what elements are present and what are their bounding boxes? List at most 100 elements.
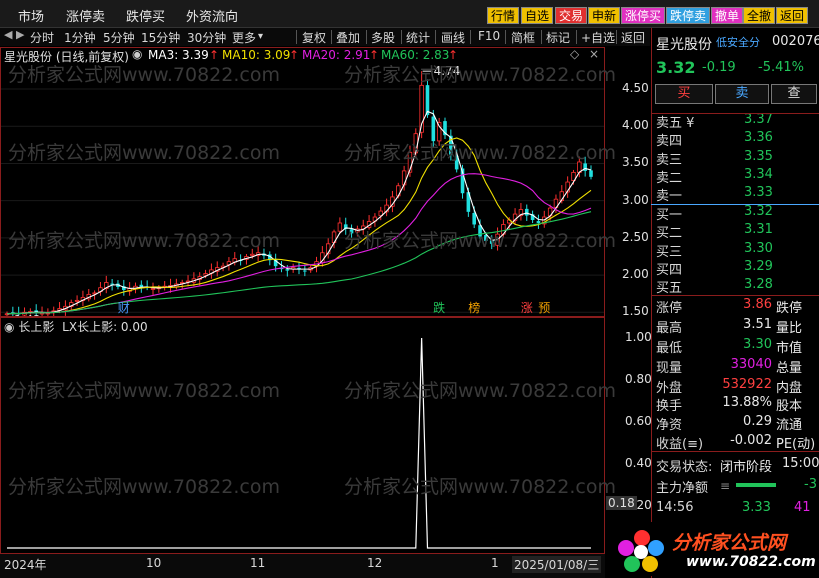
tool-mark[interactable]: 标记 [546, 29, 570, 46]
quick-button-6[interactable]: 撤单 [711, 7, 744, 24]
stat-row: 收益(≡) -0.002 PE(动) [656, 433, 819, 452]
candle [443, 117, 447, 140]
period-more[interactable]: 更多 [232, 29, 256, 46]
menu-icon[interactable]: ≡ [720, 479, 730, 493]
quick-button-8[interactable]: 返回 [776, 7, 809, 24]
event-marker[interactable]: 跌 [433, 300, 445, 315]
trade-status-row: 交易状态: 闭市阶段 15:00 [656, 456, 819, 475]
period-30min[interactable]: 30分钟 [187, 29, 226, 46]
quick-button-7[interactable]: 全撤 [743, 7, 776, 24]
settings-circle-icon[interactable]: ◉ [132, 47, 142, 61]
orderbook-row[interactable]: 卖一 3.33 [656, 185, 819, 205]
candle [303, 264, 307, 277]
tool-f10[interactable]: F10 [478, 29, 500, 43]
tool-add-watchlist[interactable]: +自选 [581, 29, 615, 46]
event-marker[interactable]: 预 [538, 301, 550, 315]
stat-label-2: 跌停 [776, 301, 803, 316]
candle [145, 280, 149, 291]
candle [86, 289, 91, 302]
stat-row: 最低 3.30 市值 [656, 337, 819, 356]
price-tick: 3.50 [622, 155, 649, 170]
stat-label-2: PE(动) [776, 437, 816, 452]
event-marker[interactable]: 榜 [468, 300, 480, 315]
orderbook-level: 卖一 [656, 189, 683, 205]
quote-panel: 星光股份 低安全分 002076 3.32 -0.19 -5.41% 买 卖 查… [612, 28, 819, 578]
close-icon[interactable]: × [589, 47, 599, 61]
tool-back[interactable]: 返回 [621, 29, 645, 46]
tool-overlay[interactable]: 叠加 [336, 29, 360, 46]
quick-button-4[interactable]: 涨停买 [621, 7, 666, 24]
stat-label-2: 总量 [776, 361, 803, 376]
orderbook-row[interactable]: 买四 3.29 [656, 259, 819, 278]
chevron-down-icon[interactable]: ▾ [258, 31, 263, 42]
quick-button-2[interactable]: 交易 [555, 7, 588, 24]
stat-label: 外盘 [656, 381, 683, 396]
stat-label: 最高 [656, 321, 683, 336]
orderbook-level: 买三 [656, 244, 683, 260]
logo-url: www.70822.com [686, 554, 816, 570]
orderbook-row[interactable]: 买三 3.30 [656, 240, 819, 260]
orderbook-row[interactable]: 卖四 3.36 [656, 130, 819, 149]
quick-button-3[interactable]: 申新 [588, 7, 621, 24]
stat-value: 33040 [730, 357, 772, 372]
orderbook-row[interactable]: 买一 3.32 [656, 204, 819, 223]
menu-limit-down-buy[interactable]: 跌停买 [126, 6, 165, 25]
event-marker[interactable]: 财 [118, 301, 130, 315]
candle [174, 278, 179, 290]
period-intraday[interactable]: 分时 [30, 29, 54, 46]
stat-value: 532922 [722, 377, 772, 392]
price-tick: 4.50 [622, 81, 649, 96]
ma-legend: 星光股份 (日线,前复权) ◉ MA3: 3.39 ↑ MA10: 3.09 ↑… [0, 47, 605, 64]
orderbook-price: 3.30 [744, 240, 773, 256]
tool-simple-frame[interactable]: 简框 [511, 29, 535, 46]
toolbar-divider [470, 30, 471, 44]
orderbook-row[interactable]: 卖三 3.35 [656, 149, 819, 168]
quick-button-1[interactable]: 自选 [521, 7, 554, 24]
tool-draw-line[interactable]: 画线 [441, 29, 465, 46]
candlestick-chart: 4.74 ←1.42 财 跌 榜 涨预 [1, 64, 604, 316]
orderbook-level: 卖五 ¥ [656, 116, 695, 131]
menu-foreign-flow[interactable]: 外资流向 [186, 6, 238, 25]
orderbook-row[interactable]: 卖五 ¥ 3.37 [656, 112, 819, 131]
panel-divider [651, 295, 819, 296]
price-tick: 2.50 [622, 229, 649, 244]
buy-button[interactable]: 买 [655, 84, 713, 104]
high-price-label: 4.74 [434, 64, 461, 78]
pager-arrows[interactable]: ◀ ▶ [4, 28, 24, 41]
diamond-icon[interactable]: ◇ [570, 47, 579, 61]
up-arrow-icon: ↑ [369, 48, 380, 62]
tool-adjust[interactable]: 复权 [302, 29, 326, 46]
period-15min[interactable]: 15分钟 [141, 29, 180, 46]
period-1min[interactable]: 1分钟 [64, 29, 96, 46]
sell-button[interactable]: 卖 [715, 84, 769, 104]
tool-multi-stock[interactable]: 多股 [371, 29, 395, 46]
net-flow-row: 主力净额 ≡ -3 [656, 477, 819, 496]
candle [74, 295, 80, 306]
indicator-tick: 0.80 [625, 372, 652, 386]
orderbook-row[interactable]: 卖二 3.34 [656, 166, 819, 186]
risk-tag[interactable]: 低安全分 [716, 34, 760, 50]
menu-limit-up-sell[interactable]: 涨停卖 [66, 6, 105, 25]
price-tick: 4.00 [622, 118, 649, 133]
quick-button-5[interactable]: 跌停卖 [666, 7, 711, 24]
orderbook-price: 3.32 [744, 204, 773, 219]
period-5min[interactable]: 5分钟 [103, 29, 135, 46]
candle [343, 217, 348, 235]
menu-market[interactable]: 市场 [18, 6, 44, 25]
top-menu-bar: 市场 涨停卖 跌停买 外资流向 行情 自选 交易 申新 涨停买 跌停卖 撤单 全撤 返回 [0, 0, 819, 28]
tool-statistics[interactable]: 统计 [406, 29, 430, 46]
orderbook-row[interactable]: 买五 3.28 [656, 277, 819, 296]
quick-button-0[interactable]: 行情 [487, 7, 520, 24]
orderbook-level: 买一 [656, 208, 683, 223]
candle [226, 257, 232, 271]
orderbook-price: 3.34 [744, 166, 773, 182]
candle [150, 282, 156, 295]
net-flow-bar [736, 483, 776, 487]
orderbook-price: 3.36 [744, 130, 773, 146]
query-button[interactable]: 查 [771, 84, 817, 104]
price-tick: 2.00 [622, 267, 649, 282]
up-arrow-icon: ↑ [448, 48, 459, 62]
event-marker[interactable]: 涨 [521, 300, 533, 315]
orderbook-row[interactable]: 买二 3.31 [656, 222, 819, 241]
panel-divider [651, 451, 819, 452]
